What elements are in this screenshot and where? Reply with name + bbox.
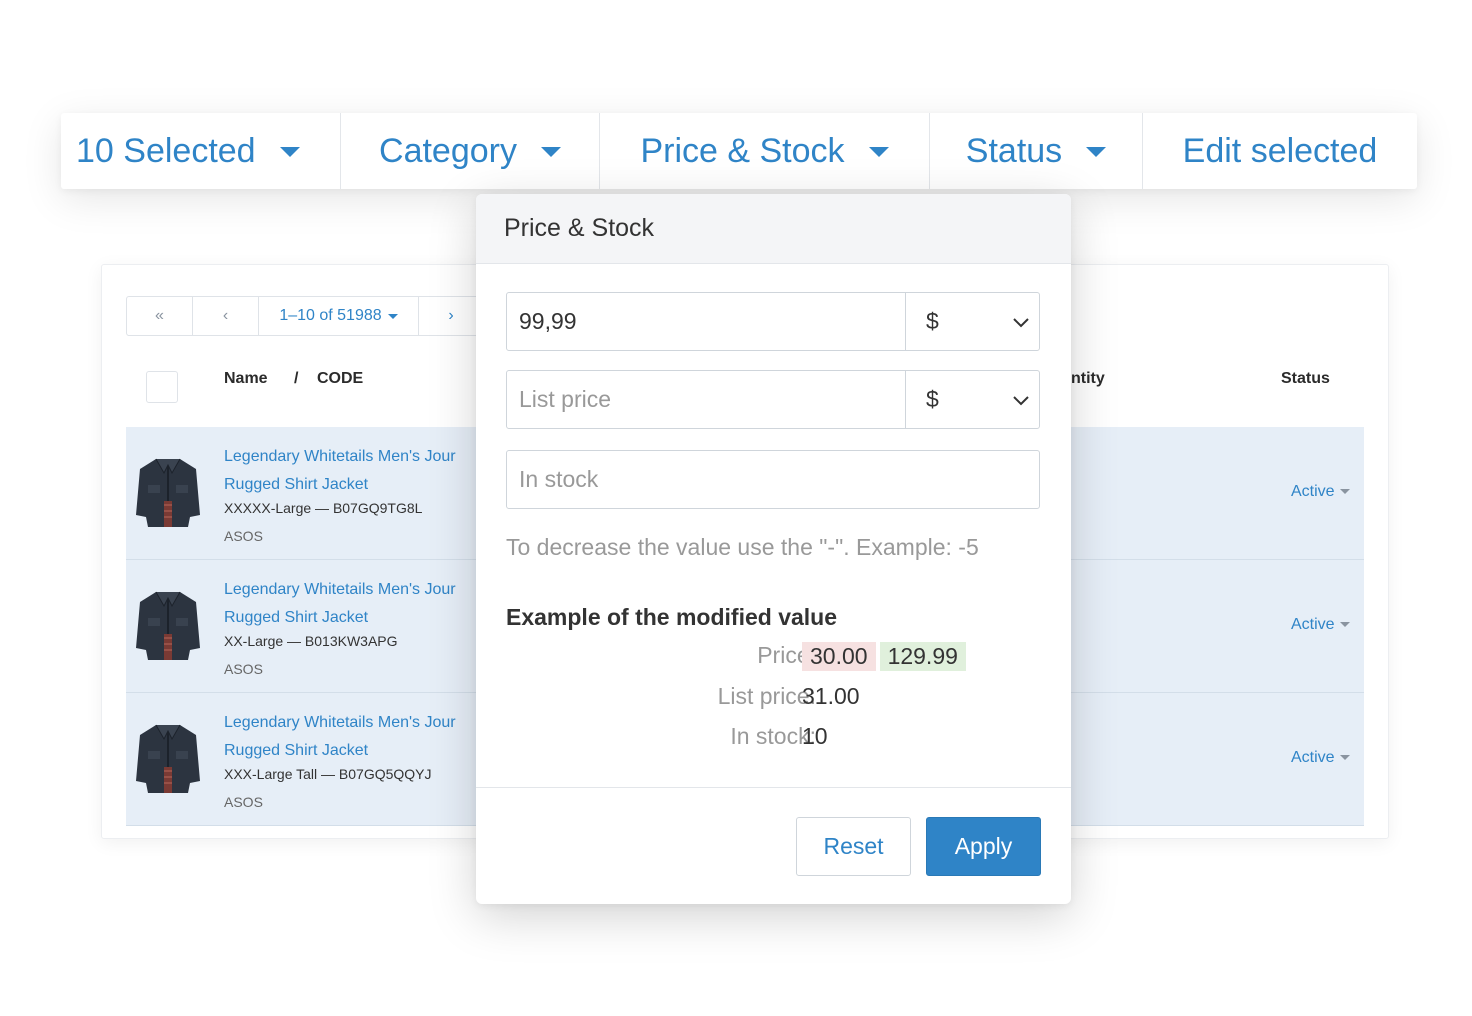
product-variant-code: XX-Large — B013KW3APG — [224, 633, 398, 649]
price-stock-label: Price & Stock — [640, 131, 845, 170]
caret-down-icon — [279, 147, 300, 157]
price-currency-select[interactable]: $ — [905, 293, 1039, 350]
header-separator: / — [294, 370, 299, 387]
caret-down-icon — [540, 147, 561, 157]
caret-down-icon — [1086, 147, 1107, 157]
product-brand: ASOS — [224, 528, 263, 544]
page-range-dropdown[interactable]: 1–10 of 51988 — [259, 297, 419, 335]
product-name-line1: Legendary Whitetails Men's Jour — [224, 448, 456, 465]
example-in-stock-value: 10 — [802, 723, 828, 749]
product-brand: ASOS — [224, 794, 263, 810]
chevron-left-icon: ‹ — [222, 307, 229, 324]
header-quantity[interactable]: ntity — [1071, 370, 1105, 388]
product-name-link[interactable]: Legendary Whitetails Men's Jour Rugged S… — [224, 709, 484, 765]
list-price-currency-select[interactable]: $ — [905, 371, 1039, 428]
status-bulk-label: Status — [965, 131, 1063, 170]
popup-title: Price & Stock — [504, 214, 655, 242]
header-code[interactable]: CODE — [317, 370, 363, 388]
example-in-stock-row: In stock: 10 — [506, 723, 1046, 753]
caret-down-icon — [1339, 622, 1350, 628]
chevron-down-icon — [1013, 318, 1029, 328]
product-name-line1: Legendary Whitetails Men's Jour — [224, 581, 456, 598]
in-stock-input[interactable]: In stock — [507, 451, 1039, 508]
example-price-row: Price: 30.00 129.99 — [506, 642, 1046, 672]
selected-count-label: 10 Selected — [76, 131, 256, 170]
double-chevron-left-icon: « — [155, 307, 164, 324]
product-name-line2: Rugged Shirt Jacket — [224, 742, 369, 759]
product-image — [134, 588, 202, 664]
example-price-old: 30.00 — [802, 642, 876, 671]
pagination: « ‹ 1–10 of 51988 › — [126, 296, 484, 336]
product-variant-code: XXXXX-Large — B07GQ9TG8L — [224, 500, 423, 516]
next-page-button[interactable]: › — [419, 297, 483, 335]
status-dropdown[interactable]: Active — [1291, 483, 1350, 501]
caret-down-icon — [387, 313, 398, 319]
product-name-link[interactable]: Legendary Whitetails Men's Jour Rugged S… — [224, 443, 484, 499]
product-image — [134, 721, 202, 797]
status-label: Active — [1291, 749, 1335, 766]
status-dropdown[interactable]: Active — [1291, 616, 1350, 634]
popup-divider — [476, 787, 1071, 788]
product-image — [134, 455, 202, 531]
product-name-line2: Rugged Shirt Jacket — [224, 476, 369, 493]
edit-selected-button[interactable]: Edit selected — [1143, 113, 1417, 189]
bulk-actions-toolbar: 10 Selected Category Price & Stock Statu… — [61, 113, 1417, 189]
list-price-currency-label: $ — [926, 386, 939, 412]
caret-down-icon — [1339, 489, 1350, 495]
select-all-checkbox[interactable] — [146, 371, 178, 403]
example-title: Example of the modified value — [506, 604, 838, 630]
status-dropdown[interactable]: Active — [1291, 749, 1350, 767]
status-label: Active — [1291, 616, 1335, 633]
caret-down-icon — [868, 147, 889, 157]
example-price-new: 129.99 — [879, 642, 966, 671]
edit-selected-label: Edit selected — [1182, 131, 1378, 170]
price-field-group: 99,99 $ — [506, 292, 1040, 351]
price-stock-dropdown[interactable]: Price & Stock — [600, 113, 930, 189]
prev-page-button[interactable]: ‹ — [193, 297, 259, 335]
example-list-price-row: List price: 31.00 — [506, 683, 1046, 713]
first-page-button[interactable]: « — [127, 297, 193, 335]
chevron-right-icon: › — [448, 307, 454, 324]
price-stock-popup: Price & Stock 99,99 $ List price $ In st… — [476, 194, 1071, 904]
status-label: Active — [1291, 483, 1335, 500]
price-currency-label: $ — [926, 308, 939, 334]
page-range-label: 1–10 of 51988 — [279, 307, 382, 324]
product-variant-code: XXX-Large Tall — B07GQ5QQYJ — [224, 766, 432, 782]
category-label: Category — [379, 131, 517, 170]
popup-header: Price & Stock — [476, 194, 1071, 264]
product-name-line2: Rugged Shirt Jacket — [224, 609, 369, 626]
header-status[interactable]: Status — [1281, 370, 1330, 388]
in-stock-field-group: In stock — [506, 450, 1040, 509]
price-input[interactable]: 99,99 — [507, 293, 905, 350]
product-brand: ASOS — [224, 661, 263, 677]
apply-button[interactable]: Apply — [926, 817, 1041, 876]
chevron-down-icon — [1013, 396, 1029, 406]
selected-count-dropdown[interactable]: 10 Selected — [61, 113, 341, 189]
reset-button[interactable]: Reset — [796, 817, 911, 876]
product-name-link[interactable]: Legendary Whitetails Men's Jour Rugged S… — [224, 576, 484, 632]
decrease-hint: To decrease the value use the "-". Examp… — [506, 534, 979, 560]
example-list-price-value: 31.00 — [802, 683, 860, 709]
list-price-field-group: List price $ — [506, 370, 1040, 429]
list-price-input[interactable]: List price — [507, 371, 905, 428]
header-name[interactable]: Name — [224, 370, 268, 388]
caret-down-icon — [1339, 755, 1350, 761]
product-name-line1: Legendary Whitetails Men's Jour — [224, 714, 456, 731]
status-bulk-dropdown[interactable]: Status — [930, 113, 1143, 189]
example-price-values: 30.00 129.99 — [802, 642, 966, 671]
category-dropdown[interactable]: Category — [341, 113, 600, 189]
